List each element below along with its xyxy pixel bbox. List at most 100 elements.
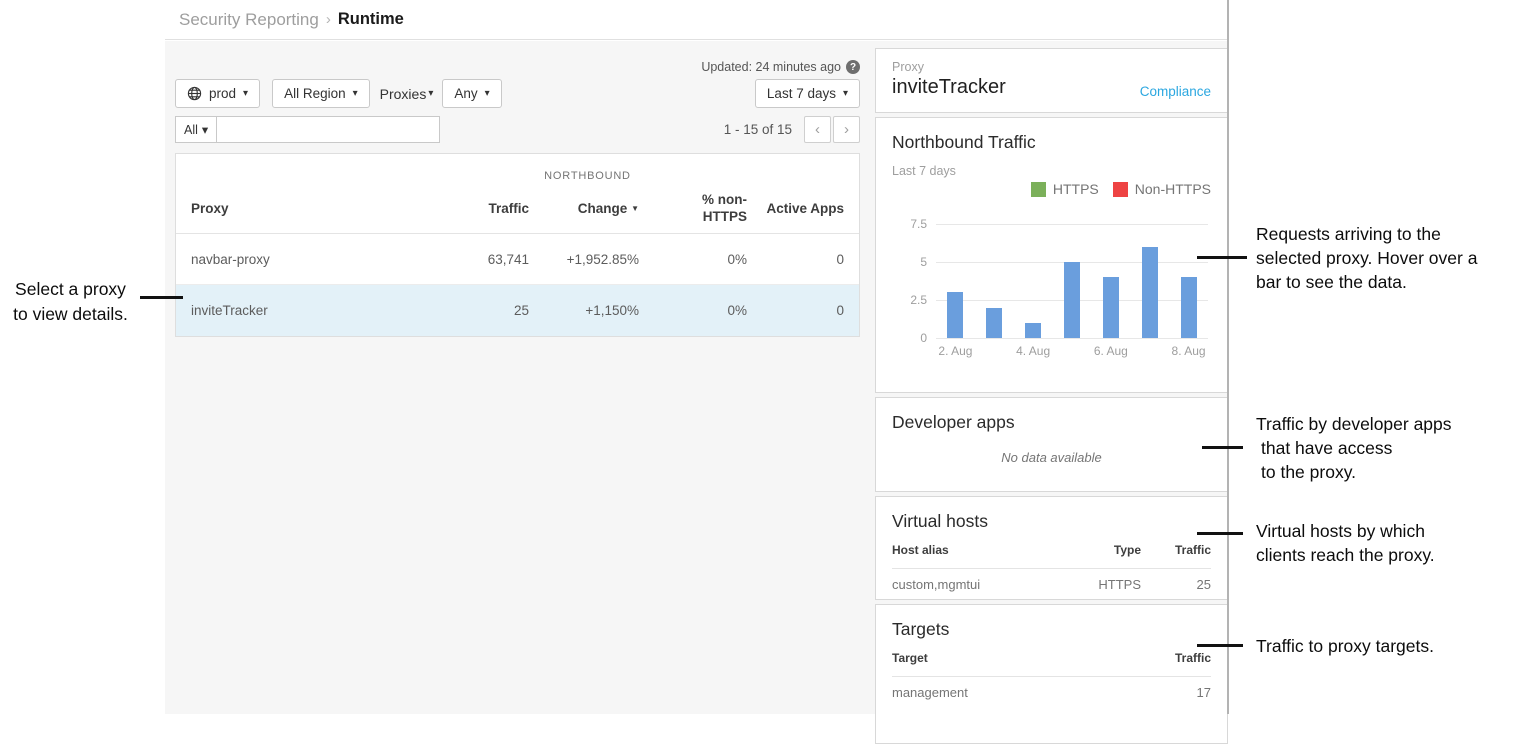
chart-bar[interactable]: [1025, 323, 1041, 338]
filter-toolbar: prod ▾ All Region ▾ Proxies ▾ Any ▾ Last…: [175, 79, 860, 108]
environment-label: prod: [209, 86, 236, 101]
chart-bar[interactable]: [947, 292, 963, 338]
https-legend-swatch-icon: [1031, 182, 1046, 197]
callout-select-proxy: Select a proxy to view details.: [0, 277, 141, 327]
callout-virtual-hosts: Virtual hosts by which clients reach the…: [1256, 519, 1435, 567]
legend-item-non-https: Non-HTTPS: [1113, 181, 1211, 197]
cell-non-https: 0%: [641, 303, 749, 318]
proxy-detail-panel: Proxy inviteTracker Compliance Northboun…: [875, 48, 1228, 748]
col-non-https[interactable]: % non-HTTPS: [641, 191, 749, 225]
y-tick: 7.5: [897, 217, 927, 231]
col-host-alias: Host alias: [892, 543, 1066, 557]
updated-row: Updated: 24 minutes ago ?: [175, 60, 860, 74]
col-vh-traffic: Traffic: [1141, 543, 1211, 557]
x-tick: 8. Aug: [1159, 344, 1219, 358]
main-content: Updated: 24 minutes ago ? prod ▾ All Reg…: [165, 41, 1228, 714]
no-data-message: No data available: [892, 450, 1211, 465]
targets-title: Targets: [892, 619, 1211, 640]
breadcrumb-parent[interactable]: Security Reporting: [179, 10, 319, 30]
cell-change: +1,952.85%: [531, 252, 641, 267]
cell-traffic: 25: [426, 303, 531, 318]
cell-target-traffic: 17: [1141, 685, 1211, 700]
search-scope-label: All: [184, 123, 198, 137]
chart-title: Northbound Traffic: [892, 132, 1211, 153]
x-tick: 4. Aug: [1003, 344, 1063, 358]
caret-down-icon: ▾: [485, 88, 490, 99]
chart-subtitle: Last 7 days: [892, 164, 1211, 178]
chart-bar[interactable]: [1064, 262, 1080, 338]
virtual-host-row[interactable]: custom,mgmtui HTTPS 25: [892, 569, 1211, 599]
callout-line: [1197, 256, 1247, 259]
any-label: Any: [454, 86, 477, 101]
col-active-apps[interactable]: Active Apps: [749, 201, 859, 216]
any-dropdown[interactable]: Any ▾: [442, 79, 501, 108]
x-tick: 6. Aug: [1081, 344, 1141, 358]
region-label: All Region: [284, 86, 346, 101]
table-row[interactable]: inviteTracker 25 +1,150% 0% 0: [176, 285, 859, 336]
chart-bar[interactable]: [1142, 247, 1158, 338]
developer-apps-title: Developer apps: [892, 412, 1211, 433]
sort-desc-icon: ▼: [631, 204, 639, 213]
cell-change: +1,150%: [531, 303, 641, 318]
page-title: Runtime: [338, 10, 404, 29]
cell-type: HTTPS: [1066, 577, 1141, 592]
y-tick: 2.5: [897, 293, 927, 307]
proxy-list-column: Updated: 24 minutes ago ? prod ▾ All Reg…: [175, 41, 860, 337]
col-change[interactable]: Change ▼: [531, 201, 641, 216]
col-proxy[interactable]: Proxy: [176, 201, 426, 216]
proxies-label: Proxies: [380, 86, 427, 102]
proxies-table: NORTHBOUND Proxy Traffic Change ▼ % non-…: [175, 153, 860, 337]
chevron-left-icon[interactable]: ‹: [804, 116, 831, 143]
cell-active-apps: 0: [749, 303, 859, 318]
cell-non-https: 0%: [641, 252, 749, 267]
date-range-dropdown[interactable]: Last 7 days ▾: [755, 79, 860, 108]
breadcrumb-separator-icon: ›: [326, 11, 331, 28]
chart-legend: HTTPS Non-HTTPS: [1031, 181, 1211, 197]
chart-bar[interactable]: [1181, 277, 1197, 338]
chart-bar[interactable]: [1103, 277, 1119, 338]
northbound-group-label: NORTHBOUND: [426, 170, 749, 183]
callout-targets: Traffic to proxy targets.: [1256, 634, 1434, 658]
cell-proxy: navbar-proxy: [176, 252, 426, 267]
search-toolbar: All ▾ 1 - 15 of 15 ‹ ›: [175, 116, 860, 143]
chart-bar[interactable]: [986, 308, 1002, 338]
region-dropdown[interactable]: All Region ▾: [272, 79, 370, 108]
cell-traffic: 63,741: [426, 252, 531, 267]
x-tick: 2. Aug: [925, 344, 985, 358]
caret-down-icon: ▾: [353, 88, 358, 99]
callout-line: [1202, 446, 1243, 449]
table-header-row: Proxy Traffic Change ▼ % non-HTTPS Activ…: [176, 183, 859, 234]
cell-target: management: [892, 685, 1141, 700]
target-row[interactable]: management 17: [892, 677, 1211, 707]
environment-dropdown[interactable]: prod ▾: [175, 79, 260, 108]
chevron-right-icon[interactable]: ›: [833, 116, 860, 143]
header-band: Security Reporting › Runtime: [165, 0, 1228, 40]
search-scope-dropdown[interactable]: All ▾: [175, 116, 217, 143]
updated-text: Updated: 24 minutes ago: [701, 60, 841, 74]
search-input[interactable]: [217, 116, 440, 143]
virtual-hosts-card: Virtual hosts Host alias Type Traffic cu…: [875, 496, 1228, 600]
non-https-legend-swatch-icon: [1113, 182, 1128, 197]
callout-developer-apps: Traffic by developer apps that have acce…: [1256, 412, 1452, 484]
col-traffic[interactable]: Traffic: [426, 201, 531, 216]
screenshot-edge-divider: [1227, 0, 1229, 714]
caret-down-icon: ▾: [202, 122, 208, 137]
northbound-traffic-card: Northbound Traffic Last 7 days HTTPS Non…: [875, 117, 1228, 393]
cell-vh-traffic: 25: [1141, 577, 1211, 592]
caret-down-icon: ▾: [243, 88, 248, 99]
targets-card: Targets Target Traffic management 17: [875, 604, 1228, 744]
caret-down-icon: ▾: [428, 88, 433, 99]
table-row[interactable]: navbar-proxy 63,741 +1,952.85% 0% 0: [176, 234, 859, 285]
compliance-link[interactable]: Compliance: [1140, 84, 1211, 99]
help-icon[interactable]: ?: [846, 60, 860, 74]
chart-plot: 7.5 5 2.5 0 2. Aug4. Aug6. Aug8. Aug: [936, 224, 1208, 338]
col-target: Target: [892, 651, 1141, 665]
caret-down-icon: ▾: [843, 88, 848, 99]
callout-line: [140, 296, 183, 299]
legend-item-https: HTTPS: [1031, 181, 1099, 197]
virtual-hosts-title: Virtual hosts: [892, 511, 1211, 532]
col-change-label: Change: [578, 201, 628, 216]
virtual-hosts-header-row: Host alias Type Traffic: [892, 532, 1211, 569]
cell-host-alias: custom,mgmtui: [892, 577, 1066, 592]
proxies-dropdown[interactable]: Proxies ▾: [380, 86, 434, 102]
